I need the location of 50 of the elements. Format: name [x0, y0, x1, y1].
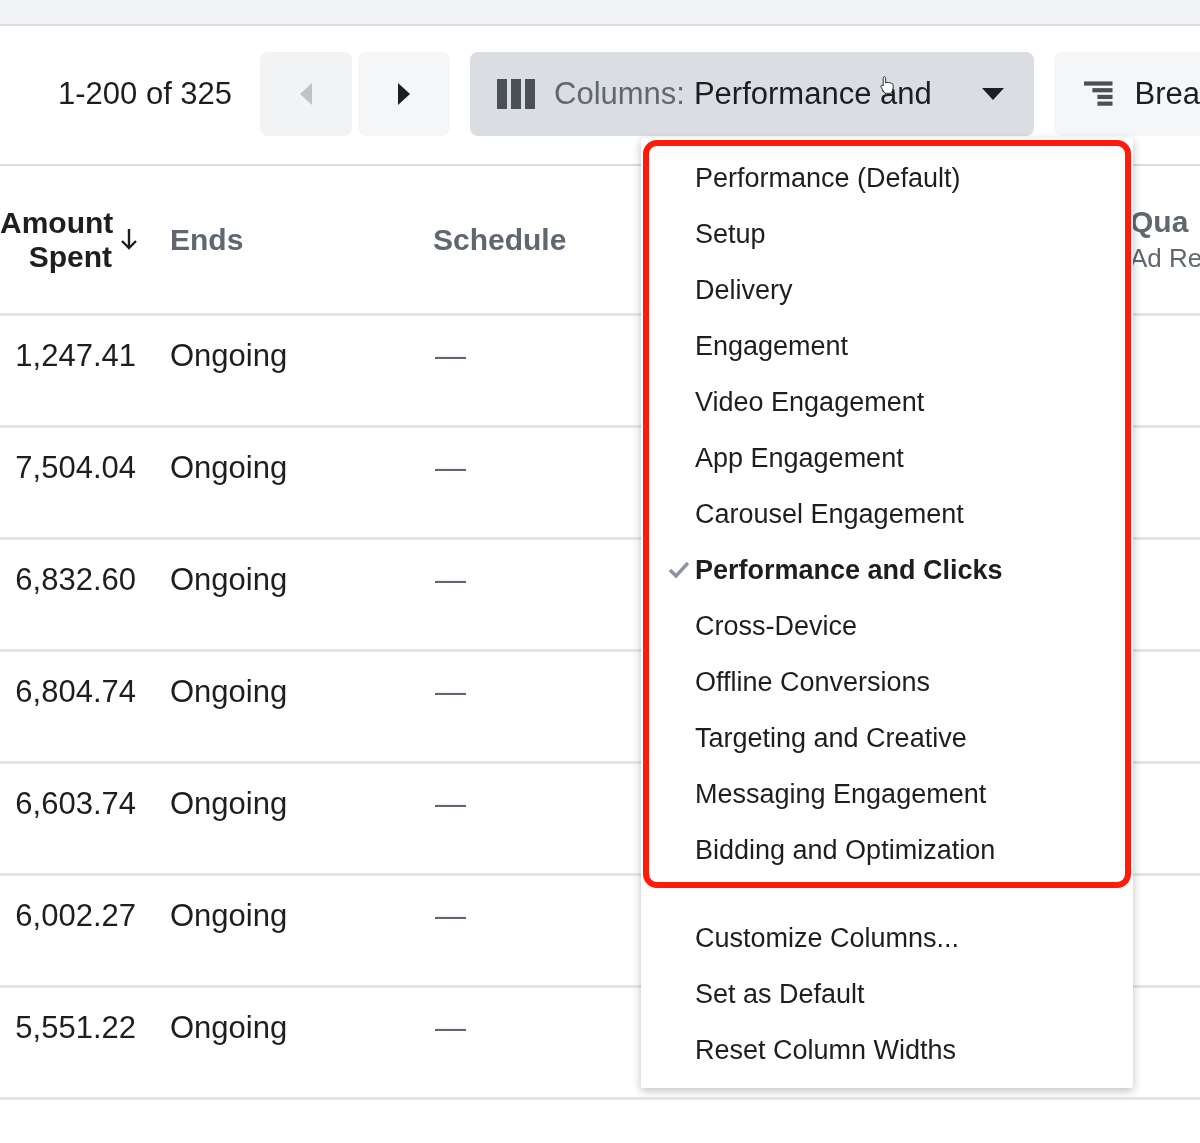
- schedule-cell: —: [435, 786, 466, 821]
- column-preset-item[interactable]: Bidding and Optimization: [641, 822, 1133, 878]
- schedule-cell: —: [435, 898, 466, 933]
- amount-cell: 1,247.41: [15, 338, 136, 373]
- column-header[interactable]: Amount Spent: [0, 205, 112, 274]
- amount-cell: 5,551.22: [15, 1010, 136, 1045]
- right-triangle-icon: [398, 83, 410, 105]
- breakdown-button[interactable]: Brea: [1054, 52, 1200, 136]
- schedule-cell: —: [435, 338, 466, 373]
- column-preset-item[interactable]: Performance (Default): [641, 150, 1133, 206]
- end-date-cell: Ongoing: [170, 338, 288, 373]
- end-date-cell: Ongoing: [170, 450, 288, 485]
- columns-icon: [497, 79, 535, 109]
- column-header[interactable]: Ends: [170, 222, 244, 257]
- schedule-cell: —: [435, 450, 466, 485]
- breakdown-icon: [1084, 79, 1113, 109]
- menu-action-item[interactable]: Customize Columns...: [641, 910, 1133, 966]
- amount-cell: 6,603.74: [15, 786, 136, 821]
- column-preset-item[interactable]: Messaging Engagement: [641, 766, 1133, 822]
- column-preset-item[interactable]: Performance and Clicks: [641, 542, 1133, 598]
- column-preset-item[interactable]: Cross-Device: [641, 598, 1133, 654]
- end-date-cell: Ongoing: [170, 562, 288, 597]
- amount-cell: 6,804.74: [15, 674, 136, 709]
- end-date-cell: Ongoing: [170, 1010, 288, 1045]
- down-arrow-icon: [120, 227, 138, 250]
- column-preset-item[interactable]: Delivery: [641, 262, 1133, 318]
- schedule-cell: —: [435, 674, 466, 709]
- column-header[interactable]: Schedule: [433, 222, 567, 257]
- amount-cell: 7,504.04: [15, 450, 136, 485]
- column-preset-item[interactable]: App Engagement: [641, 430, 1133, 486]
- column-preset-item[interactable]: Offline Conversions: [641, 654, 1133, 710]
- menu-action-item[interactable]: Set as Default: [641, 966, 1133, 1022]
- column-preset-item[interactable]: Carousel Engagement: [641, 486, 1133, 542]
- amount-cell: 6,832.60: [15, 562, 136, 597]
- column-preset-item[interactable]: Video Engagement: [641, 374, 1133, 430]
- schedule-cell: —: [435, 562, 466, 597]
- end-date-cell: Ongoing: [170, 674, 288, 709]
- end-date-cell: Ongoing: [170, 898, 288, 933]
- caret-down-icon: [982, 88, 1004, 100]
- checkmark-icon: [669, 561, 689, 579]
- pagination-range: 1-200 of 325: [58, 76, 234, 112]
- column-preset-item[interactable]: Setup: [641, 206, 1133, 262]
- schedule-cell: —: [435, 1010, 466, 1045]
- next-page-button[interactable]: [358, 52, 450, 136]
- column-preset-item[interactable]: Targeting and Creative: [641, 710, 1133, 766]
- column-preset-item[interactable]: Engagement: [641, 318, 1133, 374]
- menu-action-item[interactable]: Reset Column Widths: [641, 1022, 1133, 1078]
- amount-cell: 6,002.27: [15, 898, 136, 933]
- left-triangle-icon: [300, 83, 312, 105]
- end-date-cell: Ongoing: [170, 786, 288, 821]
